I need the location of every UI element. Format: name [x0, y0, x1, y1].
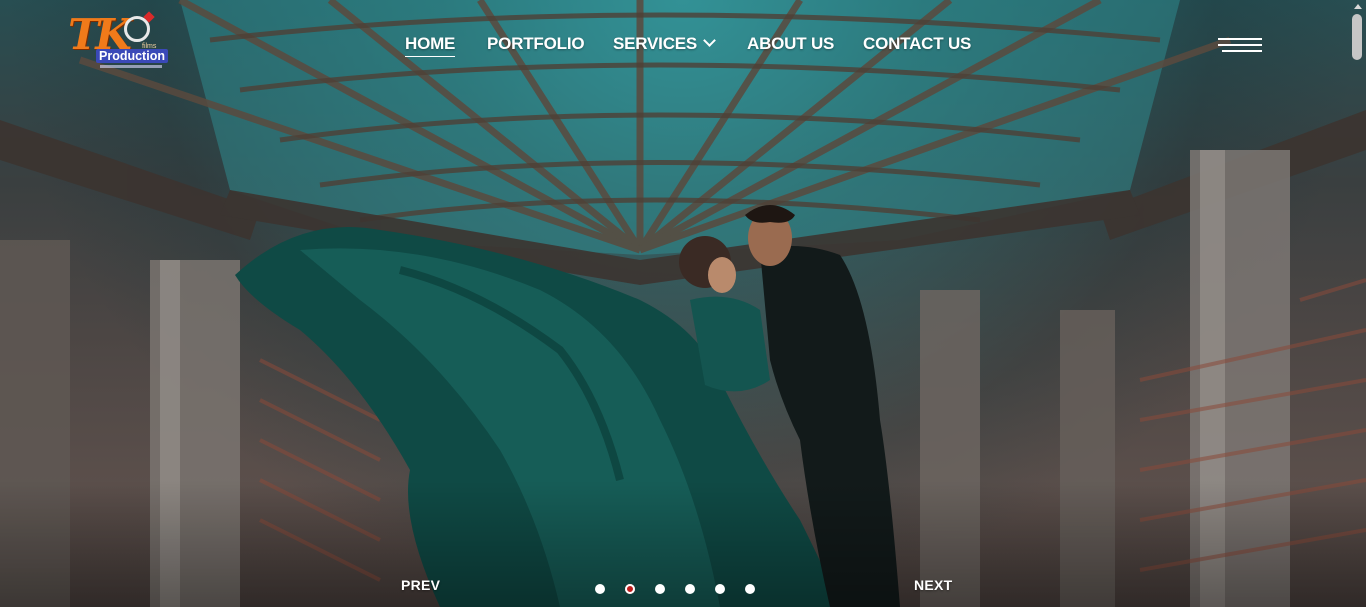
hamburger-line	[1218, 44, 1262, 46]
hamburger-line	[1218, 38, 1262, 40]
chevron-down-icon	[703, 34, 716, 47]
page: TK films Production HOME PORTFOLIO SERVI…	[0, 0, 1366, 607]
hero-photo-illustration	[0, 0, 1366, 607]
nav-item-contact-us[interactable]: CONTACT US	[863, 34, 971, 54]
nav-item-about-us[interactable]: ABOUT US	[747, 34, 834, 54]
scrollbar-thumb[interactable]	[1352, 14, 1362, 60]
hamburger-line	[1222, 50, 1262, 52]
nav-item-portfolio[interactable]: PORTFOLIO	[487, 34, 585, 54]
hamburger-menu-icon[interactable]	[1218, 38, 1262, 54]
main-navigation: HOME PORTFOLIO SERVICES ABOUT US CONTACT…	[0, 34, 1366, 58]
slider-prev-button[interactable]: PREV	[401, 577, 440, 593]
slider-dot-1[interactable]	[595, 584, 605, 594]
slider-dot-6[interactable]	[745, 584, 755, 594]
nav-item-services[interactable]: SERVICES	[613, 34, 716, 54]
slider-dot-3[interactable]	[655, 584, 665, 594]
logo-tagline-bar	[100, 65, 162, 68]
scroll-up-arrow-icon[interactable]	[1354, 4, 1362, 9]
page-scrollbar[interactable]	[1349, 0, 1366, 607]
hero-background-image	[0, 0, 1366, 607]
nav-item-home[interactable]: HOME	[405, 34, 456, 57]
slider-dot-4[interactable]	[685, 584, 695, 594]
slider-dot-2[interactable]	[625, 584, 635, 594]
nav-item-services-label: SERVICES	[613, 34, 698, 53]
slider-next-button[interactable]: NEXT	[914, 577, 953, 593]
slider-dot-5[interactable]	[715, 584, 725, 594]
